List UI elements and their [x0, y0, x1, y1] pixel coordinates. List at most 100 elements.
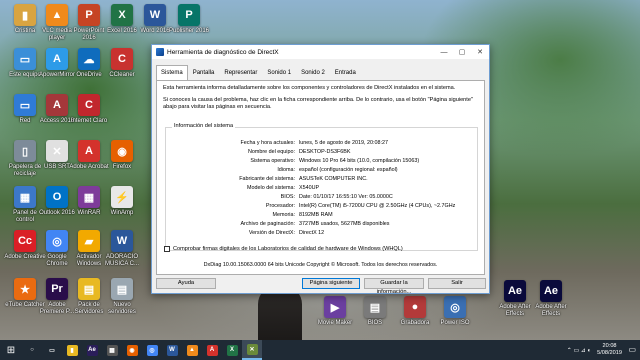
tab-representar[interactable]: Representar	[219, 65, 262, 80]
app-icon: ▤	[111, 278, 133, 300]
close-icon[interactable]: ✕	[471, 45, 489, 59]
start-button[interactable]: ⊞	[0, 340, 22, 360]
info-row-date: Fecha y hora actuales: lunes, 5 de agosto…	[166, 138, 479, 147]
desktop-icon[interactable]: C Internet Claro	[68, 94, 110, 125]
taskbar-item-vlc[interactable]: ▲	[182, 340, 202, 360]
info-value: Windows 10 Pro 64 bits (10.0, compilació…	[299, 157, 420, 164]
tray-icons[interactable]: ⌃ ▭ ⊿ ◐	[567, 347, 591, 354]
whql-checkbox[interactable]: Comprobar firmas digitales de los Labora…	[164, 246, 403, 252]
app-icon: ▭	[14, 48, 36, 70]
desktop-icon[interactable]: ▶ Movie Maker	[314, 296, 356, 327]
desktop-icon-label: ADORACIO MUSICA C...	[104, 254, 139, 267]
tab-pantalla[interactable]: Pantalla	[188, 65, 220, 80]
info-key: Memoria:	[272, 212, 295, 219]
save-info-button[interactable]: Guardar la información...	[364, 278, 424, 295]
info-row-memory: Memoria: 8192MB RAM	[166, 211, 479, 220]
desktop-icon[interactable]: W ADORACIO MUSICA C...	[101, 230, 143, 268]
info-row-language: Idioma: español (configuración regional: …	[166, 165, 479, 174]
desktop-icon[interactable]: P Publisher 2016	[168, 4, 210, 35]
app-icon: ▦	[14, 186, 36, 208]
taskbar-item-file-explorer[interactable]: ▮	[62, 340, 82, 360]
info-value: X540UP	[299, 185, 320, 192]
desktop-icon[interactable]: ⚡ WinAmp	[101, 186, 143, 217]
after-effects-icon: Ae	[86, 344, 98, 356]
system-info-group: Información del sistema Fecha y hora act…	[165, 123, 479, 251]
desktop-icon-label: BIOS	[367, 320, 383, 326]
chrome-icon: ◎	[146, 344, 158, 356]
desktop-icon[interactable]: Ae Adobe After Effects	[530, 280, 572, 318]
app-icon: O	[46, 186, 68, 208]
info-value: DirectX 12	[299, 230, 325, 237]
desktop-icon[interactable]: ▤ Nuevo servidores	[101, 278, 143, 316]
desktop-icon[interactable]: C CCleaner	[101, 48, 143, 79]
clock-time: 20:08	[602, 343, 617, 349]
title-bar[interactable]: Herramienta de diagnóstico de DirectX — …	[152, 45, 489, 59]
tab-entrada[interactable]: Entrada	[330, 65, 361, 80]
desktop-icon-label: Firefox	[112, 164, 132, 170]
vlc-icon: ▲	[186, 344, 198, 356]
help-button[interactable]: Ayuda	[156, 278, 216, 289]
taskbar-item-after-effects[interactable]: Ae	[82, 340, 102, 360]
taskbar-apps: ○ ▭ ▮ Ae ▦ ◉ ◎ W ▲ A X ✕	[22, 340, 262, 360]
app-icon: X	[111, 4, 133, 26]
clock[interactable]: 20:08 5/08/2019	[597, 343, 622, 357]
tab-sistema[interactable]: Sistema	[156, 65, 188, 80]
app-icon: ▦	[78, 186, 100, 208]
minimize-icon[interactable]: —	[435, 45, 453, 59]
info-key: Idioma:	[277, 166, 295, 173]
app-icon: A	[78, 140, 100, 162]
exit-button[interactable]: Salir	[428, 278, 486, 289]
next-page-button[interactable]: Página siguiente	[302, 278, 360, 289]
info-key: Procesador:	[265, 203, 295, 210]
desktop-icon-label: WinAmp	[110, 210, 134, 216]
taskbar: ⊞ ○ ▭ ▮ Ae ▦ ◉ ◎ W ▲ A X ✕ ⌃ ▭ ⊿ ◐ 20:08 5/08/2019 …	[0, 340, 640, 360]
app-icon: C	[78, 94, 100, 116]
app-icon: ▤	[364, 296, 386, 318]
excel-icon: X	[226, 344, 238, 356]
info-row-manufacturer: Fabricante del sistema: ASUSTeK COMPUTER …	[166, 174, 479, 183]
tab-sonido-1[interactable]: Sonido 1	[262, 65, 296, 80]
desktop-icon[interactable]: ◉ Firefox	[101, 140, 143, 171]
taskbar-item-firefox[interactable]: ◉	[122, 340, 142, 360]
desktop-icon[interactable]: ▤ BIOS	[354, 296, 396, 327]
info-value: Date: 01/10/17 16:55:10 Ver: 05.0000C	[299, 194, 393, 201]
copyright-footer: DxDiag 10.00.15063.0000 64 bits Unicode …	[203, 262, 438, 268]
taskbar-item-excel[interactable]: X	[222, 340, 242, 360]
app-icon: A	[46, 48, 68, 70]
directx-app-icon	[156, 48, 164, 56]
app-icon: C	[111, 48, 133, 70]
info-key: Fecha y hora actuales:	[240, 139, 295, 146]
app-icon: A	[46, 94, 68, 116]
checkbox-box[interactable]	[164, 246, 170, 252]
tab-sonido-2[interactable]: Sonido 2	[296, 65, 330, 80]
info-key: Versión de DirectX:	[248, 230, 295, 237]
taskbar-item-film[interactable]: ▦	[102, 340, 122, 360]
adobe-icon: A	[206, 344, 218, 356]
taskbar-item-task-view[interactable]: ▭	[42, 340, 62, 360]
desktop-icon[interactable]: ◎ Power ISO	[434, 296, 476, 327]
app-icon: ▯	[14, 140, 36, 162]
info-key: Modelo del sistema:	[247, 185, 295, 192]
taskbar-item-adobe[interactable]: A	[202, 340, 222, 360]
info-row-os: Sistema operativo: Windows 10 Pro 64 bits…	[166, 156, 479, 165]
taskbar-item-chrome[interactable]: ◎	[142, 340, 162, 360]
system-info-table: Fecha y hora actuales: lunes, 5 de agosto…	[166, 138, 479, 238]
taskbar-item-search[interactable]: ○	[22, 340, 42, 360]
taskbar-item-directx[interactable]: ✕	[242, 340, 262, 360]
group-title: Información del sistema	[172, 123, 236, 129]
desktop-icon[interactable]: ● Grabadora	[394, 296, 436, 327]
word-icon: W	[166, 344, 178, 356]
taskbar-item-word[interactable]: W	[162, 340, 182, 360]
app-icon: ▶	[324, 296, 346, 318]
app-icon: Ae	[504, 280, 526, 302]
app-icon: ◉	[111, 140, 133, 162]
info-row-pagefile: Archivo de paginación: 3727MB usados, 562…	[166, 220, 479, 229]
app-icon: W	[111, 230, 133, 252]
maximize-icon[interactable]: ▢	[453, 45, 471, 59]
app-icon: ◎	[444, 296, 466, 318]
wallpaper-person	[258, 286, 302, 340]
info-key: Nombre del equipo:	[247, 148, 295, 155]
notifications-icon[interactable]: ▭	[628, 345, 636, 354]
info-key: Fabricante del sistema:	[239, 175, 295, 182]
desktop-icon-label: Grabadora	[400, 320, 430, 326]
